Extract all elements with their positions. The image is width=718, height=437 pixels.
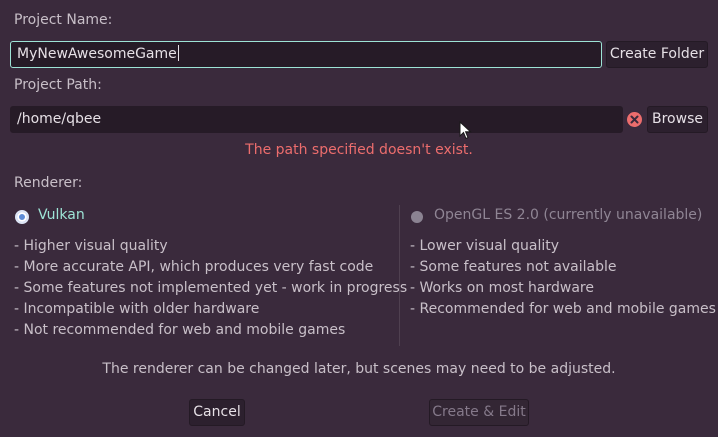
vulkan-option-label[interactable]: Vulkan xyxy=(38,207,85,223)
opengl-feature: - Works on most hardware xyxy=(410,280,594,296)
vulkan-feature: - Incompatible with older hardware xyxy=(14,301,260,317)
vulkan-radio[interactable] xyxy=(15,210,29,224)
opengl-radio xyxy=(411,211,423,223)
project-name-value: MyNewAwesomeGame xyxy=(17,46,177,62)
browse-button[interactable]: Browse xyxy=(647,106,708,133)
opengl-feature: - Recommended for web and mobile games xyxy=(410,301,716,317)
renderer-separator xyxy=(399,205,400,346)
create-folder-button[interactable]: Create Folder xyxy=(606,41,708,68)
vulkan-feature: - Higher visual quality xyxy=(14,238,168,254)
renderer-label: Renderer: xyxy=(14,175,83,191)
path-error-message: The path specified doesn't exist. xyxy=(245,142,473,158)
project-path-input[interactable]: /home/qbee xyxy=(10,106,623,133)
opengl-option-label: OpenGL ES 2.0 (currently unavailable) xyxy=(434,207,703,223)
project-name-input[interactable]: MyNewAwesomeGame xyxy=(10,41,602,68)
create-and-edit-button[interactable]: Create & Edit xyxy=(429,399,529,426)
project-path-label: Project Path: xyxy=(14,77,102,93)
cancel-button[interactable]: Cancel xyxy=(189,399,245,426)
vulkan-feature: - Some features not implemented yet - wo… xyxy=(14,280,408,296)
text-caret xyxy=(177,45,179,61)
mouse-pointer-icon xyxy=(459,121,472,140)
vulkan-feature: - Not recommended for web and mobile gam… xyxy=(14,322,346,338)
renderer-note: The renderer can be changed later, but s… xyxy=(102,361,616,377)
vulkan-feature: - More accurate API, which produces very… xyxy=(14,259,374,275)
opengl-feature: - Lower visual quality xyxy=(410,238,560,254)
error-x-icon xyxy=(627,112,642,127)
opengl-feature: - Some features not available xyxy=(410,259,617,275)
project-path-value: /home/qbee xyxy=(17,111,102,127)
project-name-label: Project Name: xyxy=(14,12,113,28)
